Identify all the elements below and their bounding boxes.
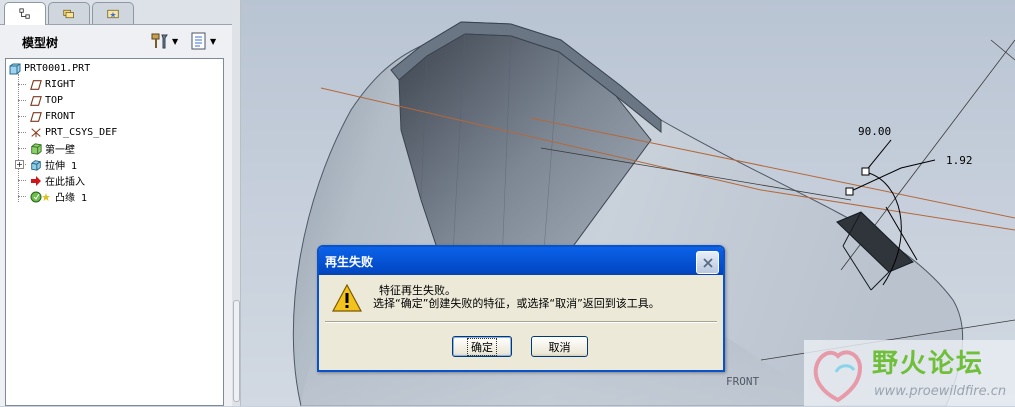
tree-guide [18,74,19,202]
forum-watermark: 野火论坛 www.proewildfire.cn [804,340,1015,406]
flange-failed-icon [30,191,52,203]
tree-item-extrude[interactable]: 拉伸 1 [30,157,77,172]
warning-icon [331,283,363,316]
show-tools-button[interactable]: ▼ [150,30,182,52]
model-tree: PRT0001.PRT RIGHT TOP FRONT PRT_CSYS_DEF [5,58,224,406]
cancel-button[interactable]: 取消 [531,336,588,357]
tree-guide [18,196,26,197]
tree-item-front[interactable]: FRONT [30,109,75,124]
datum-plane-icon [30,111,42,123]
tree-item-insert-here[interactable]: 在此插入 [30,173,85,188]
tab-folder-browser[interactable] [48,2,90,24]
favorites-icon [107,8,119,20]
show-tools-icon [150,32,170,50]
coordinate-system-icon [30,127,42,139]
regeneration-failed-dialog: 再生失败 特征再生失败。 选择“确定”创建失败的特征，或选择“取消”返回到该工具… [317,245,725,372]
forum-name: 野火论坛 [872,349,985,379]
tree-item-label: 第一壁 [45,145,75,156]
forum-url: www.proewildfire.cn [874,384,1007,399]
drag-handle[interactable] [845,187,854,196]
tree-settings-button[interactable]: ▼ [190,30,224,52]
forum-logo-icon [808,342,868,407]
splitter-handle[interactable] [233,300,240,402]
tree-item-flange[interactable]: 凸缘 1 [30,189,87,204]
tree-item-label: TOP [45,95,64,106]
expand-toggle[interactable]: + [15,160,24,169]
tree-item-label: 凸缘 1 [55,193,88,204]
dimension-leader [864,139,892,173]
length-dimension-text[interactable]: 1.92 [946,154,973,167]
first-wall-icon [30,142,42,155]
tree-item-part[interactable]: PRT0001.PRT [9,61,90,76]
tab-favorites[interactable] [92,2,134,24]
tree-item-label: PRT0001.PRT [24,63,91,74]
chevron-down-icon: ▼ [172,36,179,46]
dialog-title: 再生失败 [325,255,374,269]
panel-splitter[interactable] [232,0,241,406]
tree-guide [18,84,26,85]
tree-item-csys[interactable]: PRT_CSYS_DEF [30,125,117,140]
datum-plane-label: FRONT [726,375,759,388]
tree-guide [18,148,26,149]
datum-plane-edge [990,39,1015,61]
part-icon [9,63,21,75]
tree-item-first-wall[interactable]: 第一壁 [30,141,75,156]
datum-plane-icon [30,79,42,91]
tree-item-label: 在此插入 [45,177,85,188]
tree-item-right[interactable]: RIGHT [30,77,75,92]
tree-item-label: 拉伸 1 [45,161,78,172]
tree-item-label: PRT_CSYS_DEF [45,127,118,138]
insert-here-arrow-icon [30,175,42,187]
close-button[interactable] [696,251,719,274]
angle-dimension-text[interactable]: 90.00 [858,125,891,138]
tree-guide [18,132,26,133]
tree-guide [18,180,26,181]
drag-handle[interactable] [861,167,870,176]
navigator-tabs [0,0,232,25]
dimension-leader [848,159,936,193]
cancel-button-label: 取消 [548,340,571,354]
close-icon [702,257,713,268]
tree-settings-icon [190,32,208,50]
navigator-panel: 模型树 ▼ ▼ PRT0001.PRT RIGHT TOP FRONT PRT_… [0,0,233,406]
folder-browser-icon [63,8,75,20]
tab-model-tree[interactable] [4,2,46,25]
tree-item-label: FRONT [45,111,76,122]
dialog-titlebar[interactable]: 再生失败 [319,247,723,275]
ok-button-label: 确定 [467,337,497,356]
chevron-down-icon: ▼ [210,36,217,46]
panel-title: 模型树 [22,36,59,50]
datum-plane-icon [30,95,42,107]
ok-button[interactable]: 确定 [452,336,512,357]
tree-item-label: RIGHT [45,79,76,90]
extrude-icon [30,159,42,171]
tree-item-top[interactable]: TOP [30,93,63,108]
dialog-message-line2: 选择“确定”创建失败的特征，或选择“取消”返回到该工具。 [373,297,660,310]
tree-guide [18,116,26,117]
dialog-separator [325,321,717,323]
model-tree-icon [19,8,31,20]
tree-guide [18,100,26,101]
